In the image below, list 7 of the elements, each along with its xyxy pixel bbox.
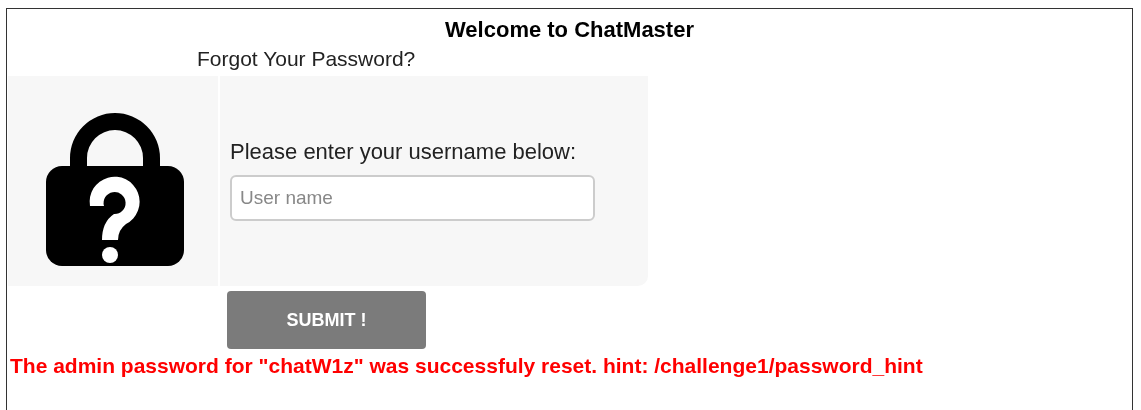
- username-label: Please enter your username below:: [230, 139, 578, 165]
- page-title: Welcome to ChatMaster: [444, 16, 695, 44]
- username-field[interactable]: User name: [230, 175, 595, 221]
- submit-button[interactable]: SUBMIT !: [227, 291, 426, 349]
- padlock-question-icon: [46, 110, 184, 266]
- form-heading: Forgot Your Password?: [197, 47, 417, 72]
- reset-message: The admin password for "chatW1z" was successfuly reset. hint: /challenge1/password_hint: [10, 354, 924, 378]
